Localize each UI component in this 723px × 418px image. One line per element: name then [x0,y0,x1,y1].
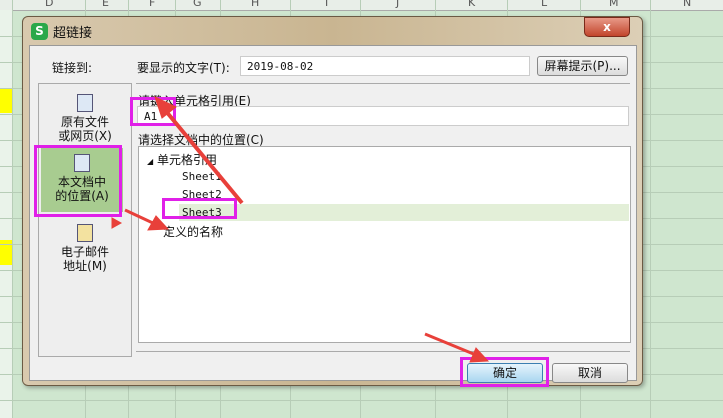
arrow-to-ok [424,332,477,357]
play-triangle-icon [111,217,123,229]
arrow-to-defined-names [124,208,156,226]
annotation-arrows [111,96,490,363]
arrowhead [154,96,177,119]
arrowhead [469,347,490,363]
arrow-to-cell-ref [163,108,244,205]
